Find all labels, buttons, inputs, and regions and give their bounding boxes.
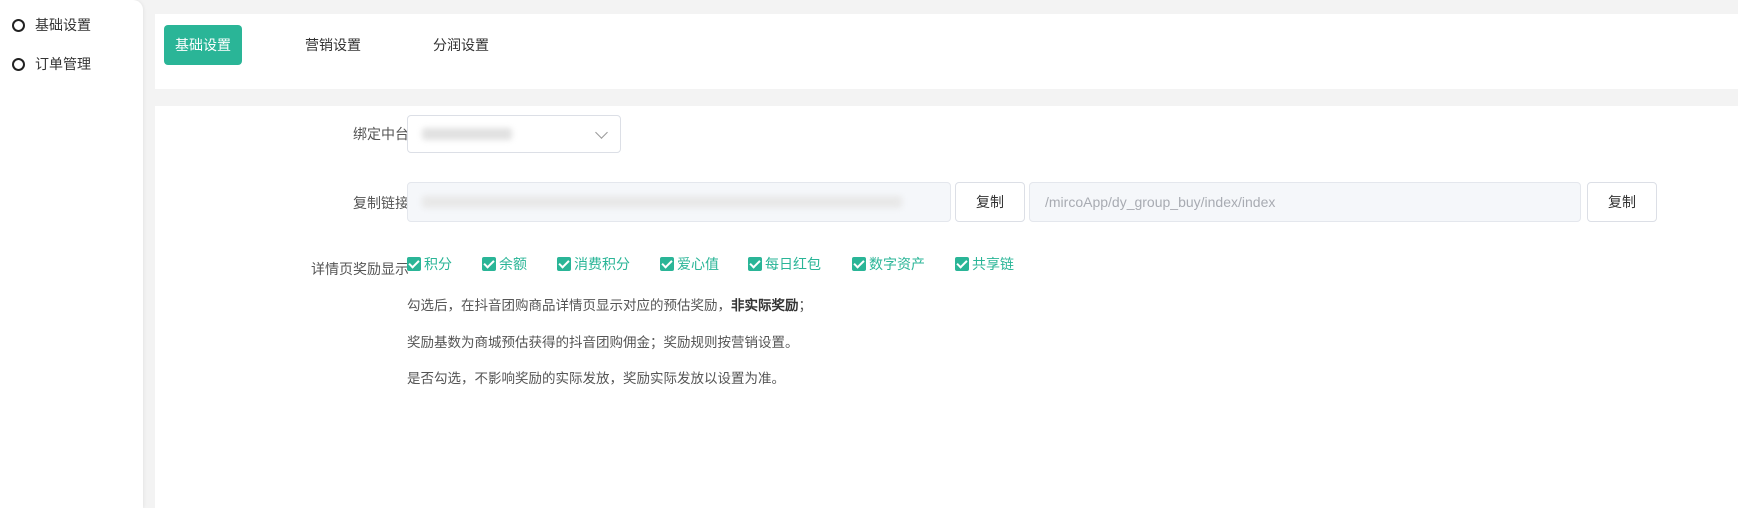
- checkbox-points[interactable]: 积分: [407, 255, 452, 273]
- checkbox-checked-icon: [407, 257, 421, 271]
- reward-tip-line-2: 奖励基数为商城预估获得的抖音团购佣金；奖励规则按营销设置。: [407, 335, 799, 351]
- settings-form: 绑定中台 复制链接 复制 /mircoApp/dy_group_buy/inde…: [155, 106, 1738, 508]
- bind-platform-label: 绑定中台: [353, 127, 409, 143]
- bind-platform-select[interactable]: [407, 115, 621, 153]
- blurred-value: [422, 128, 512, 140]
- copy-link-label: 复制链接: [353, 196, 409, 212]
- copy-primary-link-button[interactable]: 复制: [955, 182, 1025, 222]
- checkbox-checked-icon: [852, 257, 866, 271]
- link-secondary-input[interactable]: /mircoApp/dy_group_buy/index/index: [1029, 182, 1581, 222]
- sidebar: 基础设置 订单管理: [0, 0, 143, 508]
- checkbox-daily-red-packet[interactable]: 每日红包: [748, 255, 821, 273]
- checkbox-checked-icon: [955, 257, 969, 271]
- checkbox-consumption-points[interactable]: 消费积分: [557, 255, 630, 273]
- sidebar-item-basic-settings[interactable]: 基础设置: [12, 13, 91, 37]
- checkbox-checked-icon: [748, 257, 762, 271]
- sidebar-item-label: 基础设置: [35, 18, 91, 34]
- reward-display-label: 详情页奖励显示: [311, 262, 409, 278]
- reward-tip-line-1: 勾选后，在抖音团购商品详情页显示对应的预估奖励，非实际奖励；: [407, 298, 812, 314]
- sidebar-item-order-management[interactable]: 订单管理: [12, 52, 91, 76]
- circle-outline-icon: [12, 57, 25, 71]
- copy-secondary-link-button[interactable]: 复制: [1587, 182, 1657, 222]
- reward-tip-line-3: 是否勾选，不影响奖励的实际发放，奖励实际发放以设置为准。: [407, 371, 785, 387]
- blurred-link: [422, 196, 902, 208]
- tab-profit-settings[interactable]: 分润设置: [421, 25, 501, 65]
- checkbox-love-value[interactable]: 爱心值: [660, 255, 719, 273]
- checkbox-shared-chain[interactable]: 共享链: [955, 255, 1014, 273]
- checkbox-checked-icon: [557, 257, 571, 271]
- checkbox-digital-assets[interactable]: 数字资产: [852, 255, 925, 273]
- sidebar-item-label: 订单管理: [35, 57, 91, 73]
- chevron-down-icon: [595, 126, 608, 139]
- tab-basic-settings[interactable]: 基础设置: [164, 25, 242, 65]
- checkbox-checked-icon: [482, 257, 496, 271]
- link-primary-input[interactable]: [407, 182, 951, 222]
- checkbox-checked-icon: [660, 257, 674, 271]
- tab-bar: 基础设置 营销设置 分润设置: [155, 14, 1738, 89]
- tab-marketing-settings[interactable]: 营销设置: [293, 25, 373, 65]
- circle-outline-icon: [12, 18, 25, 32]
- checkbox-balance[interactable]: 余额: [482, 255, 527, 273]
